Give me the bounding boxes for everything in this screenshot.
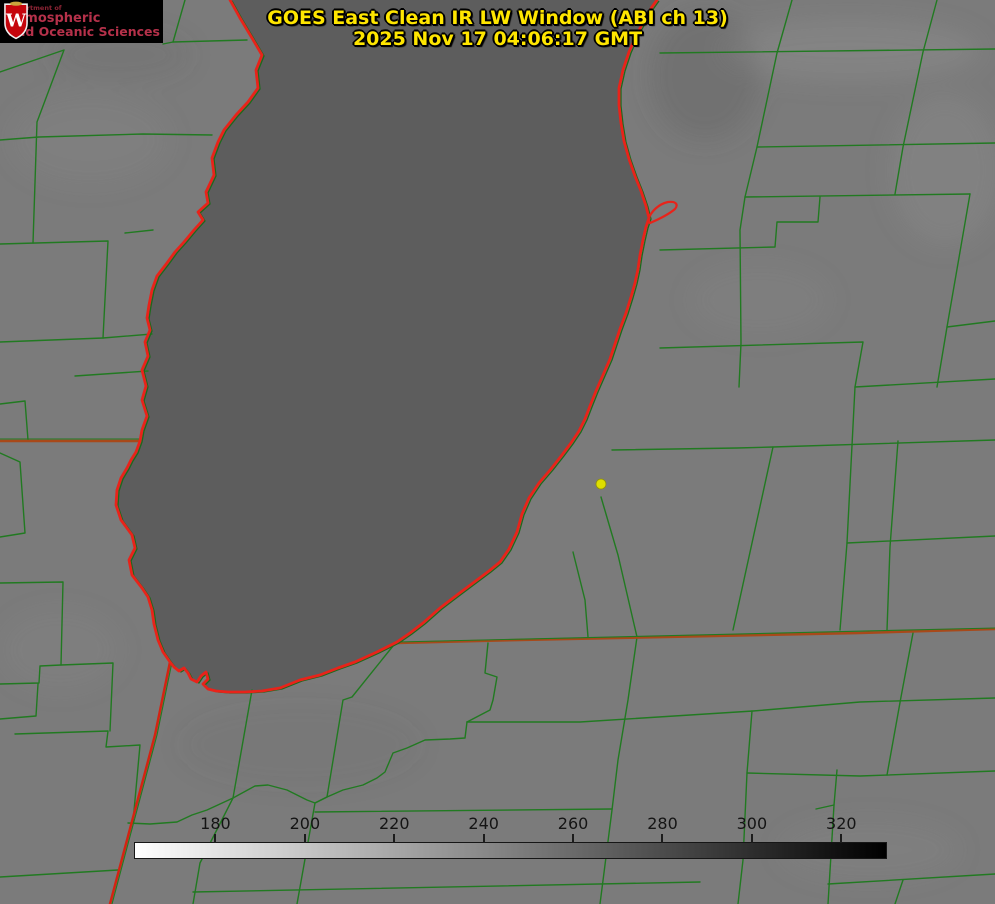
colorbar-tick: [304, 834, 306, 843]
product-title: GOES East Clean IR LW Window (ABI ch 13)…: [0, 8, 995, 50]
colorbar-tick-label: 320: [826, 814, 857, 833]
product-title-line1: GOES East Clean IR LW Window (ABI ch 13): [0, 8, 995, 29]
city-marker: [596, 479, 606, 489]
colorbar-tick-label: 240: [468, 814, 499, 833]
colorbar-tick-label: 180: [200, 814, 231, 833]
product-title-line2: 2025 Nov 17 04:06:17 GMT: [0, 29, 995, 50]
colorbar-tick: [751, 834, 753, 843]
colorbar-tick: [661, 834, 663, 843]
colorbar-tick: [214, 834, 216, 843]
satellite-map: [0, 0, 995, 904]
goes-satellite-viewer: W Department of Atmospheric and Oceanic …: [0, 0, 995, 904]
colorbar-tick: [840, 834, 842, 843]
colorbar-tick-label: 280: [647, 814, 678, 833]
colorbar-tick-label: 260: [558, 814, 589, 833]
colorbar-tick: [393, 834, 395, 843]
colorbar-tick: [483, 834, 485, 843]
colorbar-tick-label: 300: [737, 814, 768, 833]
colorbar-tick-label: 200: [290, 814, 321, 833]
colorbar-tick-label: 220: [379, 814, 410, 833]
colorbar: 180200220240260280300320: [134, 842, 887, 859]
colorbar-tick: [572, 834, 574, 843]
